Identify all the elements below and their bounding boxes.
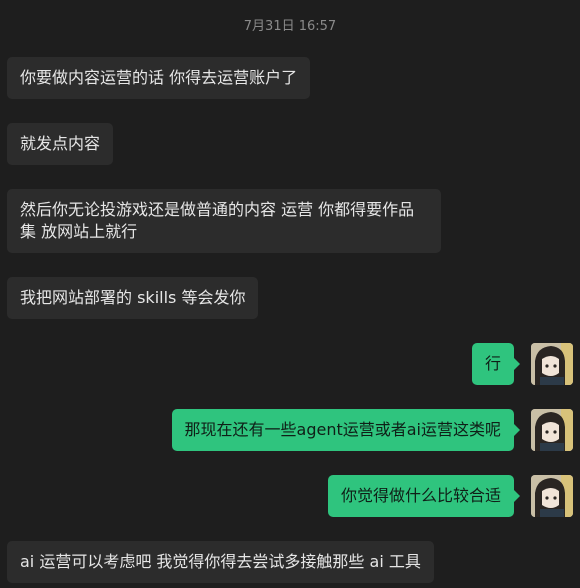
message-bubble-outgoing[interactable]: 那现在还有一些agent运营或者ai运营这类呢: [171, 409, 521, 451]
user-avatar[interactable]: [531, 343, 573, 385]
avatar-illustration-icon: [531, 409, 573, 451]
chat-timestamp: 7月31日 16:57: [243, 19, 337, 34]
message-bubble-incoming[interactable]: 你要做内容运营的话 你得去运营账户了: [7, 57, 311, 99]
message-bubble-outgoing[interactable]: 行: [471, 343, 521, 385]
avatar-illustration-icon: [531, 475, 573, 517]
message-bubble-outgoing[interactable]: 你觉得做什么比较合适: [327, 475, 521, 517]
message-bubble-incoming[interactable]: ai 运营可以考虑吧 我觉得你得去尝试多接触那些 ai 工具: [7, 541, 434, 583]
message-bubble-incoming[interactable]: 我把网站部署的 skills 等会发你: [7, 277, 259, 319]
user-avatar[interactable]: [531, 475, 573, 517]
user-avatar[interactable]: [531, 409, 573, 451]
message-bubble-incoming[interactable]: 就发点内容: [7, 123, 114, 165]
message-bubble-incoming[interactable]: 然后你无论投游戏还是做普通的内容 运营 你都得要作品集 放网站上就行: [7, 189, 441, 253]
avatar-illustration-icon: [531, 343, 573, 385]
